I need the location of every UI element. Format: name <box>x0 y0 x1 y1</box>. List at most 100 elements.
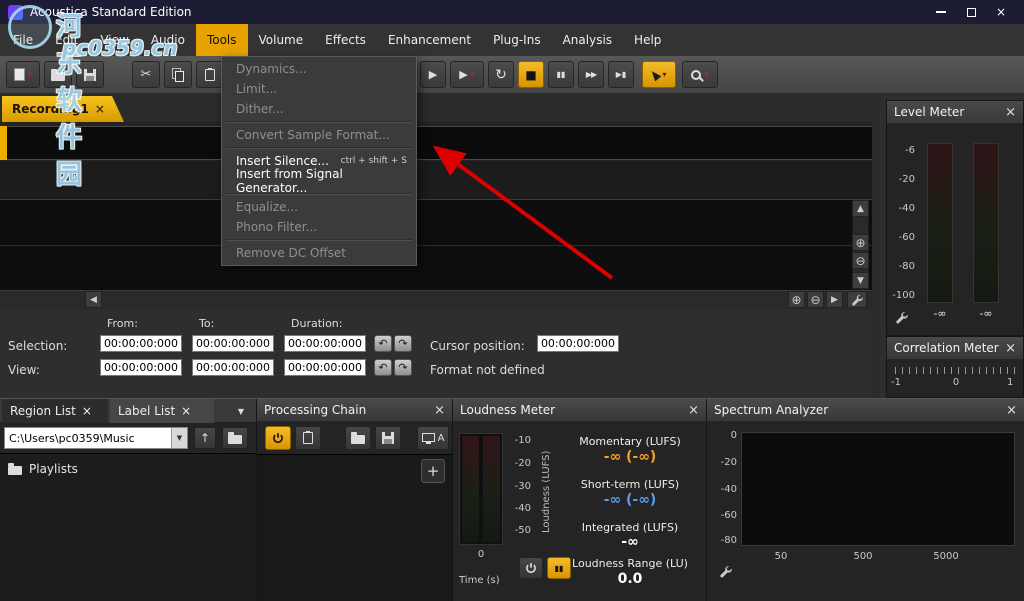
combo-caret-button[interactable]: ▼ <box>171 428 187 448</box>
chain-open-button[interactable] <box>345 426 371 450</box>
view-from-field[interactable]: 00:00:00:000 <box>100 359 182 376</box>
menu-edit[interactable]: Edit <box>44 24 89 56</box>
menu-tools[interactable]: Tools <box>196 24 248 56</box>
horizontal-scrollbar[interactable] <box>0 290 872 310</box>
menu-item-dither: Dither... <box>222 99 416 119</box>
main-toolbar: ▾ ✂ ▶ ▶ ▾ ↻ ■ ▮▮ ▶▶ ▶▮ ▾ ▾ <box>0 56 1024 94</box>
menu-item-dynamics: Dynamics... <box>222 59 416 79</box>
minimize-button[interactable] <box>926 1 956 23</box>
chevron-down-icon: ▾ <box>471 71 475 79</box>
stop-button[interactable]: ■ <box>518 61 544 88</box>
scroll-up-button[interactable]: ▲ <box>852 200 869 217</box>
title-bar: Acoustica Standard Edition × <box>0 0 1024 24</box>
waveform-editor[interactable]: ▲ ⊕ ⊖ ▼ ◀ ⊕ ⊖ ▶ <box>0 122 872 310</box>
cursor-position-field[interactable]: 00:00:00:000 <box>537 335 619 352</box>
view-row-label: View: <box>8 363 40 377</box>
scale-tick: 0 <box>887 377 1024 388</box>
paste-button[interactable] <box>196 61 224 88</box>
stop-icon: ■ <box>525 69 536 81</box>
copy-icon <box>172 68 184 81</box>
fast-forward-button[interactable]: ▶▶ <box>578 61 604 88</box>
view-redo-button[interactable]: ↷ <box>394 359 412 376</box>
view-duration-field[interactable]: 00:00:00:000 <box>284 359 366 376</box>
format-status-label: Format not defined <box>430 363 545 377</box>
selection-row-label: Selection: <box>8 339 67 353</box>
panel-close-icon[interactable]: × <box>688 404 699 417</box>
panel-close-icon[interactable]: × <box>1006 404 1017 417</box>
panel-close-icon[interactable]: × <box>1005 106 1016 119</box>
menu-item-insert-from-signal-generator[interactable]: Insert from Signal Generator... <box>222 171 416 191</box>
open-folder-icon <box>351 435 365 444</box>
menu-volume[interactable]: Volume <box>248 24 315 56</box>
close-button[interactable]: × <box>986 1 1016 23</box>
go-to-end-button[interactable]: ▶▮ <box>608 61 634 88</box>
vertical-zoom-out-button[interactable]: ⊖ <box>852 252 869 269</box>
up-arrow-icon: ↑ <box>200 431 210 445</box>
menu-item-label: Phono Filter... <box>236 220 317 234</box>
loudness-power-button[interactable] <box>519 557 543 579</box>
scroll-down-button[interactable]: ▼ <box>852 272 869 289</box>
menu-file[interactable]: File <box>2 24 44 56</box>
menu-plugins[interactable]: Plug-Ins <box>482 24 552 56</box>
spectrum-settings-button[interactable] <box>719 565 732 581</box>
path-combobox[interactable]: C:\Users\pc0359\Music ▼ <box>4 427 188 449</box>
horizontal-zoom-in-button[interactable]: ⊕ <box>788 291 805 308</box>
tab-label-list[interactable]: Label List × <box>110 399 214 423</box>
horizontal-zoom-out-button[interactable]: ⊖ <box>807 291 824 308</box>
tab-close-icon[interactable]: × <box>95 102 105 116</box>
vertical-zoom-in-button[interactable]: ⊕ <box>852 234 869 251</box>
list-item-label: Playlists <box>29 462 78 476</box>
loudness-pause-button[interactable]: ▮▮ <box>547 557 571 579</box>
menu-view[interactable]: View <box>89 24 139 56</box>
pause-icon: ▮▮ <box>557 71 566 79</box>
browse-folder-button[interactable] <box>222 427 248 449</box>
level-meter-settings-button[interactable] <box>895 311 908 327</box>
chain-power-button[interactable] <box>265 426 291 450</box>
selection-to-field[interactable]: 00:00:00:000 <box>192 335 274 352</box>
list-item-playlists[interactable]: Playlists <box>8 462 78 476</box>
loop-playback-button[interactable]: ↻ <box>488 61 514 88</box>
pause-button[interactable]: ▮▮ <box>548 61 574 88</box>
play-button[interactable]: ▶ <box>420 61 446 88</box>
save-file-button[interactable] <box>76 61 104 88</box>
panel-close-icon[interactable]: × <box>1005 342 1016 355</box>
chain-preview-button[interactable]: A <box>417 426 449 450</box>
zoom-tool-button[interactable]: ▾ <box>682 61 718 88</box>
tab-recording1[interactable]: Recording1 × <box>2 96 124 122</box>
waveform-canvas[interactable] <box>0 200 872 290</box>
view-undo-button[interactable]: ↶ <box>374 359 392 376</box>
tabs-dropdown-button[interactable]: ▼ <box>232 403 250 419</box>
correlation-meter-panel: Correlation Meter × -1 0 1 <box>886 336 1024 398</box>
scroll-left-button[interactable]: ◀ <box>85 291 102 308</box>
selection-undo-button[interactable]: ↶ <box>374 335 392 352</box>
menu-audio[interactable]: Audio <box>140 24 196 56</box>
chain-save-button[interactable] <box>375 426 401 450</box>
selection-redo-button[interactable]: ↷ <box>394 335 412 352</box>
view-to-field[interactable]: 00:00:00:000 <box>192 359 274 376</box>
tab-close-icon[interactable]: × <box>82 404 92 418</box>
selection-duration-field[interactable]: 00:00:00:000 <box>284 335 366 352</box>
tab-region-list[interactable]: Region List × <box>2 399 108 423</box>
scale-tick: -40 <box>505 503 531 514</box>
new-file-button[interactable]: ▾ <box>6 61 40 88</box>
panel-close-icon[interactable]: × <box>434 404 445 417</box>
edit-tool-button[interactable]: ▾ <box>642 61 676 88</box>
wrench-icon <box>895 311 908 324</box>
menu-effects[interactable]: Effects <box>314 24 377 56</box>
folder-up-button[interactable]: ↑ <box>194 427 216 449</box>
chain-paste-button[interactable] <box>295 426 321 450</box>
cut-button[interactable]: ✂ <box>132 61 160 88</box>
copy-button[interactable] <box>164 61 192 88</box>
menu-enhancement[interactable]: Enhancement <box>377 24 482 56</box>
menu-analysis[interactable]: Analysis <box>552 24 623 56</box>
tab-close-icon[interactable]: × <box>181 404 191 418</box>
selection-from-field[interactable]: 00:00:00:000 <box>100 335 182 352</box>
waveform-settings-button[interactable] <box>847 291 867 308</box>
waveform-header-strip <box>0 126 872 160</box>
open-file-button[interactable] <box>44 61 72 88</box>
scroll-right-button[interactable]: ▶ <box>826 291 843 308</box>
maximize-button[interactable] <box>956 1 986 23</box>
add-effect-button[interactable]: + <box>421 459 445 483</box>
menu-help[interactable]: Help <box>623 24 672 56</box>
play-options-button[interactable]: ▶ ▾ <box>450 61 484 88</box>
